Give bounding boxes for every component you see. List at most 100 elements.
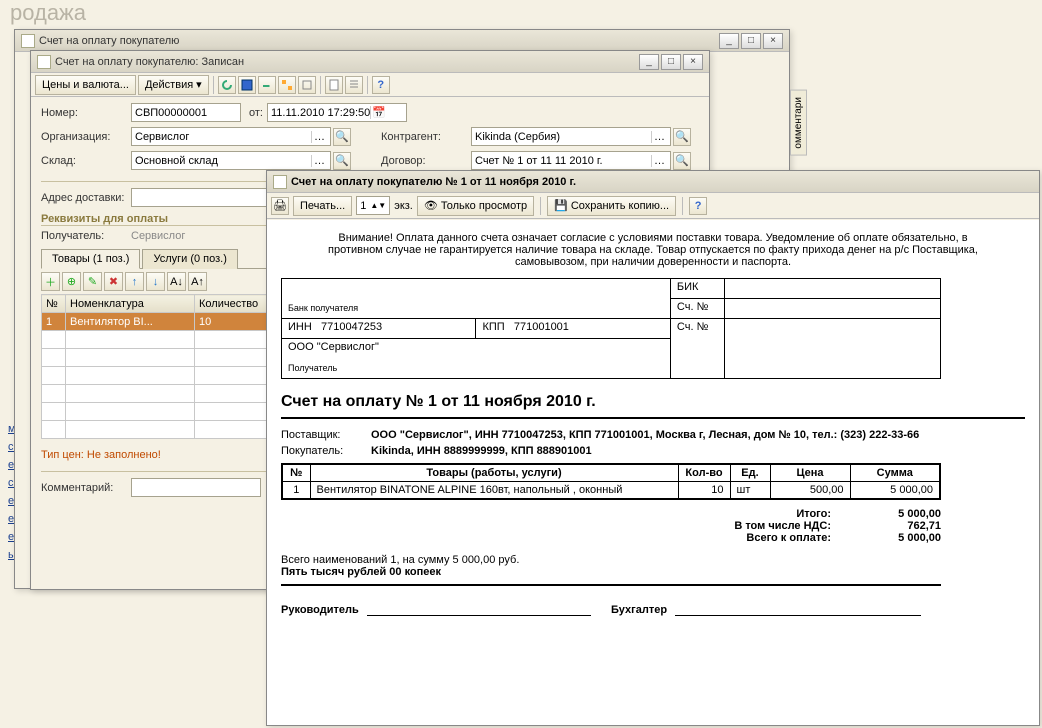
lookup-icon[interactable]: 🔍 [333,152,351,170]
grid-row-empty [42,385,271,403]
minimize-button[interactable]: _ [719,33,739,49]
supplier-label: Поставщик: [281,429,371,441]
separator [213,76,214,94]
items-col-sum: Сумма [850,464,940,482]
number-input[interactable]: СВП00000001 [131,103,241,122]
parent-window-titlebar[interactable]: Счет на оплату покупателю _ □ × [15,30,789,52]
basedon-icon[interactable] [298,76,316,94]
ellipsis-icon[interactable]: … [651,131,667,143]
structure-icon[interactable] [278,76,296,94]
list-icon[interactable] [345,76,363,94]
view-only-label: Только просмотр [441,200,527,212]
lookup-icon[interactable]: 🔍 [673,128,691,146]
close-button[interactable]: × [763,33,783,49]
page-bg-title: родажа [10,0,86,26]
help-icon[interactable]: ? [689,197,707,215]
print-button[interactable]: Печать... [293,196,352,216]
comment-input[interactable] [131,478,261,497]
item-n: 1 [282,482,310,500]
item-price: 500,00 [770,482,850,500]
col-n[interactable]: № [42,295,66,313]
printer-icon[interactable]: 🖨 [271,197,289,215]
ellipsis-icon[interactable]: … [311,155,327,167]
print-window: Счет на оплату покупателю № 1 от 11 нояб… [266,170,1040,726]
help-icon[interactable]: ? [372,76,390,94]
print-document[interactable]: Внимание! Оплата данного счета означает … [267,220,1039,725]
doc-heading: Счет на оплату № 1 от 11 ноября 2010 г. [281,393,1025,411]
close-button[interactable]: × [683,54,703,70]
sort-asc-icon[interactable]: A↓ [167,272,186,291]
items-grid[interactable]: № Номенклатура Количество 1 Вентилятор B… [41,294,271,439]
tab-services[interactable]: Услуги (0 поз.) [142,249,237,269]
save-copy-button[interactable]: 💾 Сохранить копию... [547,196,676,216]
save-icon[interactable] [238,76,256,94]
minimize-button[interactable]: _ [639,54,659,70]
parent-window-title: Счет на оплату покупателю [39,35,719,47]
grid-row-empty [42,331,271,349]
grid-row[interactable]: 1 Вентилятор BI... 10 [42,313,271,331]
separator [540,197,541,215]
move-down-icon[interactable]: ↓ [146,272,165,291]
actions-button[interactable]: Действия ▾ [138,75,209,95]
sort-desc-icon[interactable]: A↑ [188,272,207,291]
save-copy-label: Сохранить копию... [571,200,669,212]
warehouse-input[interactable]: Основной склад … [131,151,331,170]
acc-label: Сч. № [670,319,724,379]
lookup-icon[interactable]: 🔍 [333,128,351,146]
contract-input[interactable]: Счет № 1 от 11 11 2010 г. … [471,151,671,170]
edit-icon[interactable]: ✎ [83,272,102,291]
counterparty-input[interactable]: Kikinda (Сербия) … [471,127,671,146]
address-label: Адрес доставки: [41,192,131,204]
refresh-icon[interactable] [218,76,236,94]
date-input[interactable]: 11.11.2010 17:29:50 📅 [267,103,407,122]
tab-goods[interactable]: Товары (1 поз.) [41,249,140,269]
company-name: ООО "Сервислог" [288,341,664,353]
kpp-label: КПП [482,321,504,333]
copies-value: 1 [360,200,366,212]
item-qty: 10 [678,482,730,500]
doc-icon [273,175,287,189]
prices-currency-button[interactable]: Цены и валюта... [35,75,136,95]
sig-line [367,604,591,616]
lookup-icon[interactable]: 🔍 [673,152,691,170]
delete-icon[interactable]: ✖ [104,272,123,291]
cell-nom: Вентилятор BI... [66,313,195,331]
maximize-button[interactable]: □ [741,33,761,49]
warehouse-label: Склад: [41,155,131,167]
address-input[interactable] [131,188,271,207]
side-tab-comments[interactable]: омментари [790,90,807,156]
move-up-icon[interactable]: ↑ [125,272,144,291]
add-copy-icon[interactable]: ⊕ [62,272,81,291]
contract-label: Договор: [381,155,471,167]
sum-line2: Пять тысяч рублей 00 копеек [281,566,941,578]
org-input[interactable]: Сервислог … [131,127,331,146]
col-nomenclature[interactable]: Номенклатура [66,295,195,313]
kpp-value: 771001001 [514,321,569,333]
edit-window-titlebar[interactable]: Счет на оплату покупателю: Записан _ □ × [31,51,709,73]
add-icon[interactable]: ＋ [41,272,60,291]
report-icon[interactable] [325,76,343,94]
comment-label: Комментарий: [41,482,131,494]
maximize-button[interactable]: □ [661,54,681,70]
items-col-n: № [282,464,310,482]
goto-icon[interactable] [258,76,276,94]
total-label: Итого: [651,508,831,520]
copies-input[interactable]: 1 ▲▼ [356,196,390,215]
print-window-titlebar[interactable]: Счет на оплату покупателю № 1 от 11 нояб… [267,171,1039,193]
vat-label: В том числе НДС: [651,520,831,532]
items-col-unit: Ед. [730,464,770,482]
ellipsis-icon[interactable]: … [311,131,327,143]
total-value: 5 000,00 [851,508,941,520]
ellipsis-icon[interactable]: … [651,155,667,167]
buyer-label: Покупатель: [281,445,371,457]
items-col-qty: Кол-во [678,464,730,482]
col-qty[interactable]: Количество [195,295,271,313]
sig-head-label: Руководитель [281,604,359,616]
view-only-button[interactable]: 👁 Только просмотр [417,196,534,216]
edit-toolbar: Цены и валюта... Действия ▾ ? [31,73,709,97]
spinner-icon[interactable]: ▲▼ [370,202,386,210]
calendar-icon[interactable]: 📅 [370,106,386,119]
print-toolbar: 🖨 Печать... 1 ▲▼ экз. 👁 Только просмотр … [267,193,1039,219]
acc-label: Сч. № [670,299,724,319]
cell-n: 1 [42,313,66,331]
